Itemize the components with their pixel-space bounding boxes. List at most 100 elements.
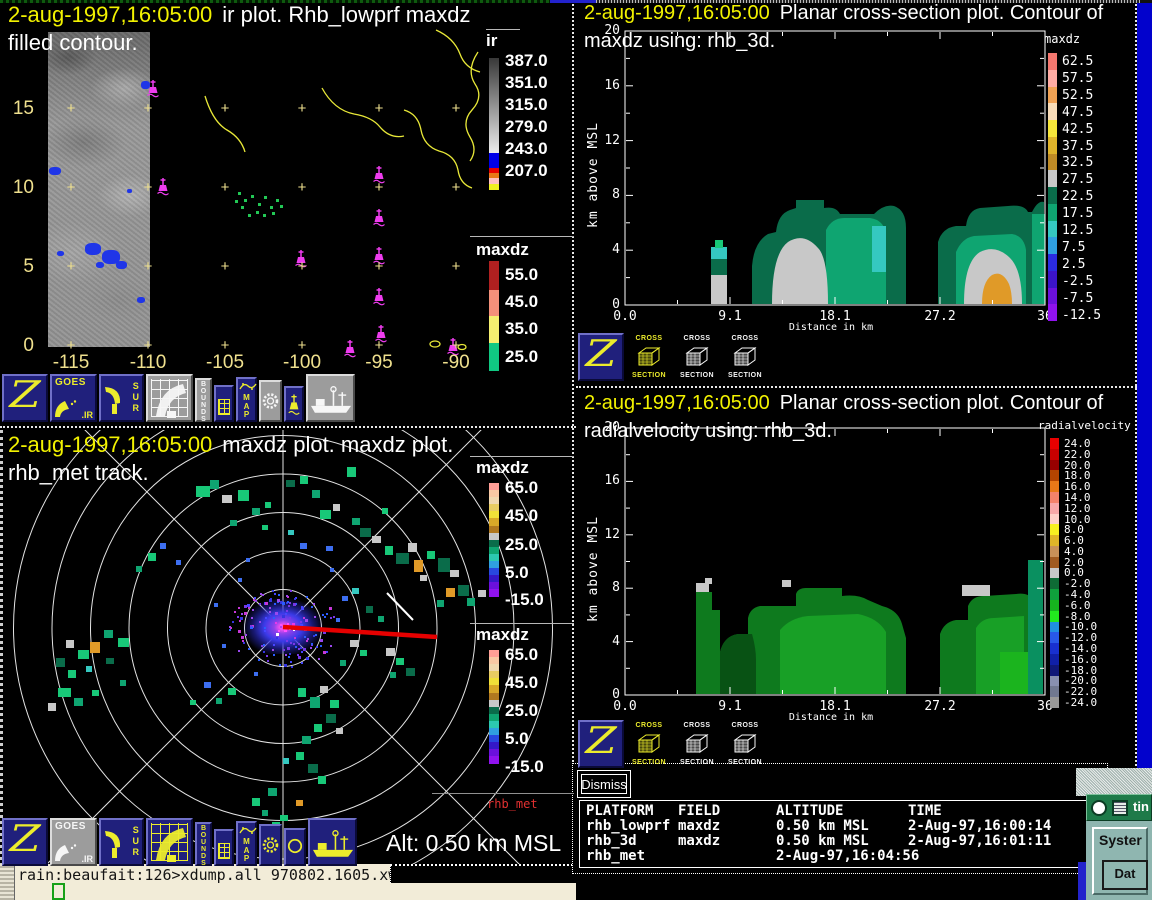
zebra-logo-icon: Z <box>576 335 627 375</box>
gear-tool-button[interactable] <box>259 380 282 422</box>
colorbar-tick-label: -7.5 <box>1062 291 1093 306</box>
ship-tool-button[interactable] <box>306 374 355 422</box>
terminal-scrollbar[interactable] <box>0 864 15 900</box>
window-border <box>0 430 3 866</box>
terminal-prompt-line: rain:beaufait:126>xdump.all 970802.1605.… <box>18 866 406 884</box>
colorbar-segment <box>489 511 499 518</box>
colorbar-segment <box>489 714 499 721</box>
colorbar-tick-label: 25.0 <box>505 701 538 721</box>
cross-section-tool-button[interactable]: CROSS SECTION <box>626 720 672 768</box>
window-border <box>572 0 574 866</box>
cross-section-tool-button[interactable]: CROSS SECTION <box>674 333 720 381</box>
sur-label: SUR <box>133 381 140 414</box>
axis-tick-label: 16 <box>578 473 620 488</box>
window-list-icon[interactable] <box>1112 800 1128 816</box>
zebra-tool-button[interactable]: Z <box>2 818 48 866</box>
cold-cloud-blob <box>127 189 132 193</box>
circle-tool-button[interactable] <box>284 828 306 866</box>
map-tool-button[interactable]: MAP <box>236 377 257 422</box>
sur-tool-button[interactable]: SUR <box>99 374 144 422</box>
table-cell: maxdz <box>678 818 720 834</box>
table-header-cell: TIME <box>908 803 942 819</box>
table-header-cell: ALTITUDE <box>776 803 843 819</box>
grid-plus-mark: + <box>449 100 463 117</box>
colorbar-segment <box>1048 70 1057 87</box>
buoy-tool-button[interactable] <box>284 386 304 422</box>
timestamp: 2-aug-1997,16:05:00 <box>8 432 212 457</box>
edge-pattern <box>596 0 1140 3</box>
colorbar-segment <box>1050 654 1059 665</box>
zebra-tool-button[interactable]: Z <box>578 720 624 768</box>
colorbar-title: maxdz <box>476 625 529 645</box>
radar-plot-panel[interactable]: 2-aug-1997,16:05:00maxdz plot. maxdz plo… <box>0 430 576 866</box>
colorbar-segment <box>489 533 499 540</box>
bounds-tool-button[interactable]: BOUNDS <box>195 822 212 866</box>
map-tool-button[interactable]: MAP <box>236 821 257 866</box>
cold-cloud-blob <box>96 262 104 268</box>
date-button[interactable]: Dat <box>1102 860 1148 890</box>
timestamp: 2-aug-1997,16:05:00 <box>8 2 212 27</box>
colorbar-segment <box>489 58 499 153</box>
colorbar-tick-label: -12.5 <box>1062 308 1101 323</box>
gridsmall-tool-button[interactable] <box>214 829 234 866</box>
bounds-label: BOUNDS <box>197 381 210 424</box>
colorbar-segment <box>489 554 499 561</box>
ir-speckle <box>263 214 266 217</box>
cross-label: CROSS <box>684 722 711 729</box>
cross-section-tool-button[interactable]: CROSS SECTION <box>722 333 768 381</box>
colorbar-segment <box>1050 589 1059 600</box>
colorbar-tick-label: 12.5 <box>1062 223 1093 238</box>
dismiss-button[interactable]: Dismiss <box>577 770 631 798</box>
colorbar-title: ir <box>486 31 497 51</box>
gridradar-tool-button[interactable] <box>146 374 193 422</box>
goes-tool-button[interactable]: GOES .IR <box>50 818 97 866</box>
gear-tool-button[interactable] <box>259 824 282 866</box>
sur-tool-button[interactable]: SUR <box>99 818 144 866</box>
ir-speckle <box>270 206 273 209</box>
colorbar-tick-label: 2.5 <box>1062 257 1085 272</box>
radar-dish-icon <box>148 376 191 420</box>
xsec-subtitle: maxdz using: rhb_3d. <box>584 30 775 53</box>
goes-tool-button[interactable]: GOES .IR <box>50 374 97 422</box>
grid-plus-mark: + <box>64 258 78 275</box>
window-border <box>1135 0 1137 770</box>
colorbar-segment <box>1048 237 1057 254</box>
grid-plus-mark: + <box>372 100 386 117</box>
colorbar <box>1048 53 1057 321</box>
colorbar <box>489 650 499 764</box>
maxdz-cross-section-panel[interactable]: 2-aug-1997,16:05:00Planar cross-section … <box>576 0 1137 388</box>
ir-plot-subtitle: filled contour. <box>8 30 138 56</box>
colorbar-tick-label: 45.0 <box>505 506 538 526</box>
map-squiggle-icon <box>239 824 257 837</box>
section-label: SECTION <box>728 759 762 766</box>
zebra-tool-button[interactable]: Z <box>2 374 48 422</box>
divider <box>432 793 574 794</box>
colorbar-segment <box>1050 514 1059 525</box>
cross-section-tool-button[interactable]: CROSS SECTION <box>674 720 720 768</box>
cross-section-tool-button[interactable]: CROSS SECTION <box>626 333 672 381</box>
window-menu-icon[interactable] <box>1091 800 1107 816</box>
bounds-tool-button[interactable]: BOUNDS <box>195 378 212 422</box>
cube-icon <box>731 345 759 369</box>
grid-plus-mark: + <box>295 258 309 275</box>
colorbar-segment <box>489 184 499 190</box>
cube-icon <box>731 732 759 756</box>
colorbar-tick-label: 45.0 <box>505 292 538 312</box>
axis-tick-label: 4 <box>578 634 620 649</box>
cross-section-tool-button[interactable]: CROSS SECTION <box>722 720 768 768</box>
gridsmall-tool-button[interactable] <box>214 385 234 422</box>
window-border <box>576 386 1137 388</box>
time-window-fragment: tin Syster Dat <box>1086 794 1152 900</box>
gridradar-tool-button[interactable] <box>146 818 193 866</box>
ir-plot-panel[interactable]: ++++++++++++++++++++++++-115-110-105-100… <box>0 0 576 428</box>
radialvelocity-cross-section-panel[interactable]: 2-aug-1997,16:05:00Planar cross-section … <box>576 390 1137 770</box>
titlebar[interactable]: tin <box>1086 794 1152 821</box>
axis-tick-label: 10 <box>4 177 34 199</box>
grid-plus-mark: + <box>449 179 463 196</box>
colorbar <box>1050 438 1059 708</box>
ir-speckle <box>251 195 254 198</box>
colorbar-tick-label: 22.5 <box>1062 189 1093 204</box>
ship-tool-button[interactable] <box>308 818 357 866</box>
colorbar-tick-label: -15.0 <box>505 590 544 610</box>
zebra-tool-button[interactable]: Z <box>578 333 624 381</box>
